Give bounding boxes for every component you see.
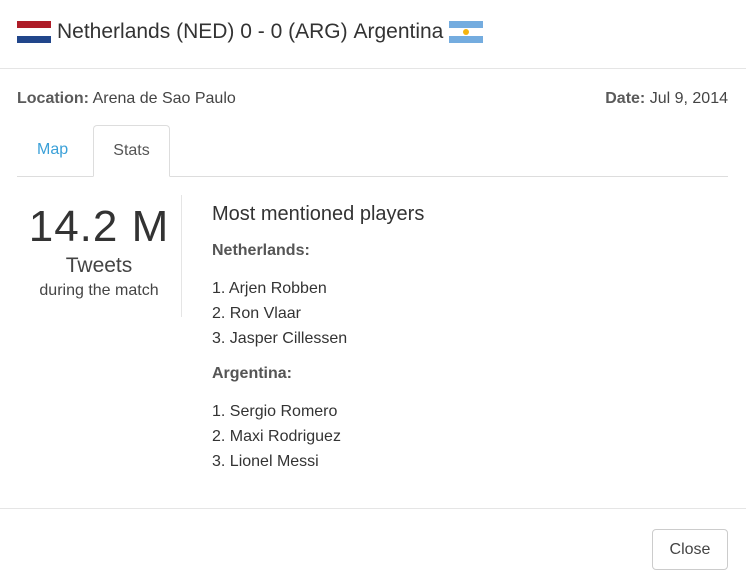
most-mentioned-players: Most mentioned players Netherlands: 1. A… [212,200,712,474]
location: Location: Arena de Sao Paulo [17,90,236,108]
tab-map[interactable]: Map [17,125,88,177]
location-label: Location: [17,90,89,107]
date: Date: Jul 9, 2014 [605,90,728,108]
argentina-flag-icon [449,21,484,43]
tab-bar: Map Stats [17,125,728,177]
match-title: Netherlands (NED) 0 - 0 (ARG) Argentina [17,14,484,50]
list-item: 2. Ron Vlaar [212,305,301,322]
player-list-netherlands: 1. Arjen Robben 2. Ron Vlaar 3. Jasper C… [212,276,712,351]
list-item: 1. Arjen Robben [212,280,327,297]
list-item: 3. Jasper Cillessen [212,330,348,347]
players-title: Most mentioned players [212,203,425,225]
date-label: Date: [605,90,646,107]
list-item: 3. Lionel Messi [212,453,319,470]
home-code: (NED) [176,20,235,43]
netherlands-flag-icon [17,21,51,43]
score: 0 - 0 [240,20,283,43]
team-title-netherlands: Netherlands: [212,242,310,259]
match-meta: Location: Arena de Sao Paulo Date: Jul 9… [17,90,728,110]
list-item: 2. Maxi Rodriguez [212,428,341,445]
tweet-stats: 14.2 M Tweets during the match [17,195,182,317]
tweets-sublabel: during the match [39,282,159,299]
home-team: Netherlands [57,20,171,43]
date-value: Jul 9, 2014 [649,90,728,107]
modal-header: Netherlands (NED) 0 - 0 (ARG) Argentina [0,0,746,69]
away-code: (ARG) [288,20,348,43]
away-team: Argentina [353,20,444,43]
close-button[interactable]: Close [652,529,728,570]
tweet-count: 14.2 M [28,202,170,251]
list-item: 1. Sergio Romero [212,403,338,420]
tweets-label: Tweets [65,254,133,277]
team-title-argentina: Argentina: [212,365,292,382]
tab-stats[interactable]: Stats [93,125,170,177]
location-value: Arena de Sao Paulo [92,90,236,107]
player-list-argentina: 1. Sergio Romero 2. Maxi Rodriguez 3. Li… [212,399,712,474]
modal-footer: Close [0,508,746,588]
